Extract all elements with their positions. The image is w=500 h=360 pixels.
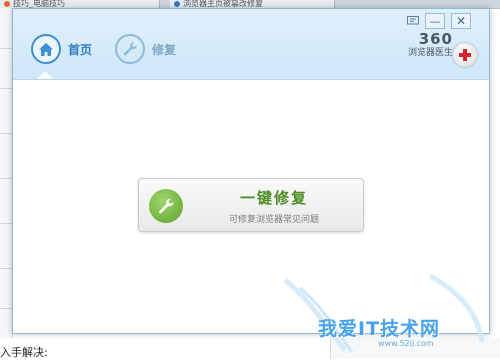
dialog-header: 首页 修复 — ✕ 360 浏览器医生: [13, 9, 489, 80]
watermark-url: www.52ij.com: [378, 339, 434, 348]
browser-tab[interactable]: 技巧_电脑技巧: [0, 0, 160, 8]
brand-block: 360 浏览器医生: [393, 31, 453, 59]
one-click-repair-button[interactable]: 一键修复 可修复浏览器常见问题: [138, 178, 364, 232]
repair-button-subtitle: 可修复浏览器常见问题: [228, 215, 319, 225]
active-tab-pointer: [37, 71, 53, 79]
home-icon: [31, 34, 61, 64]
brand-name: 浏览器医生: [407, 48, 453, 58]
watermark-text: 我爱IT技术网: [318, 318, 441, 340]
page-body-text: 入手解决:: [0, 346, 48, 359]
menu-icon: [407, 16, 419, 25]
feedback-button[interactable]: [403, 13, 423, 29]
site-favicon-icon: [4, 0, 10, 7]
browser-tab-label: 浏览器主页被篡改修复: [183, 0, 263, 8]
nav-home-label: 首页: [68, 42, 93, 57]
brand-number: 360: [418, 30, 453, 48]
nav-repair-label: 修复: [152, 42, 177, 57]
wrench-icon: [149, 189, 183, 223]
nav-repair-tab[interactable]: 修复: [115, 31, 176, 67]
repair-button-title: 一键修复: [239, 189, 308, 207]
wrench-icon: [115, 34, 145, 64]
close-button[interactable]: ✕: [451, 13, 471, 29]
browser-tab[interactable]: 浏览器主页被篡改修复: [170, 0, 335, 8]
site-favicon-icon: [174, 0, 180, 7]
medical-cross-icon: [453, 43, 477, 67]
browser-tab-label: 技巧_电脑技巧: [13, 0, 65, 8]
minimize-button[interactable]: —: [425, 13, 445, 29]
nav-home-tab[interactable]: 首页: [31, 31, 92, 67]
